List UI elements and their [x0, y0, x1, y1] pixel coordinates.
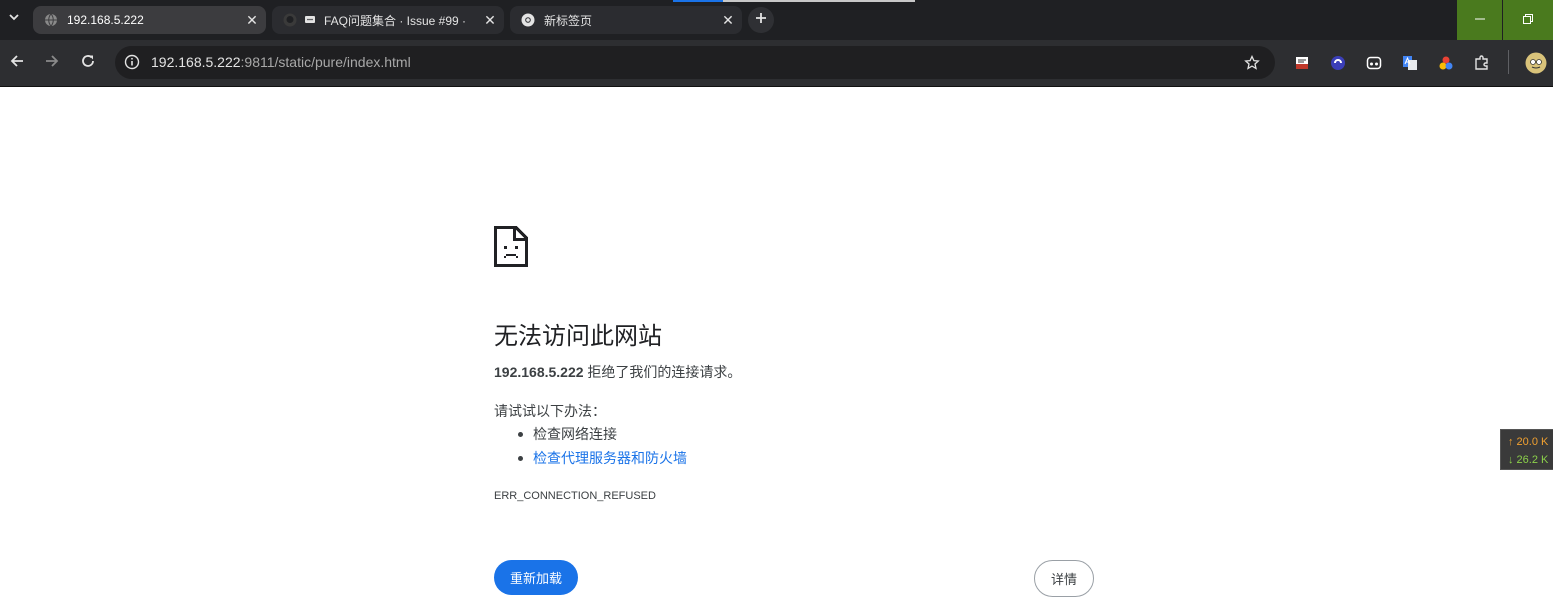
reload-icon: [81, 54, 95, 73]
reload-toolbar-button[interactable]: [75, 50, 101, 76]
restore-icon: [1523, 11, 1533, 29]
reload-button[interactable]: 重新加载: [494, 560, 578, 595]
suggestion-check-network: 检查网络连接: [494, 425, 687, 449]
bullet: [518, 432, 523, 437]
toolbar-border: [0, 86, 1553, 87]
close-icon[interactable]: ✕: [718, 10, 738, 30]
back-button[interactable]: [4, 50, 30, 76]
extension-d-icon[interactable]: [1435, 52, 1457, 74]
download-speed: ↓ 26.2 K: [1508, 454, 1549, 466]
error-code: ERR_CONNECTION_REFUSED: [494, 490, 656, 502]
restore-button[interactable]: [1503, 0, 1553, 40]
tab-title: FAQ问题集合 · Issue #99 ·: [324, 13, 467, 28]
toolbar-divider: [1508, 50, 1509, 74]
extension-a-icon[interactable]: [1291, 52, 1313, 74]
comment-icon: [302, 12, 318, 28]
chrome-icon: [520, 12, 536, 28]
profile-avatar[interactable]: [1524, 51, 1548, 75]
forward-button[interactable]: [39, 50, 65, 76]
tab-192-168-5-222[interactable]: 192.168.5.222 ✕: [33, 6, 266, 34]
tab-search-button[interactable]: [2, 7, 26, 31]
toolbar: 192.168.5.222:9811/static/pure/index.htm…: [0, 40, 1553, 86]
globe-icon: [43, 12, 59, 28]
minimize-icon: [1474, 11, 1485, 29]
error-summary-text: 拒绝了我们的连接请求。: [583, 364, 742, 380]
translate-icon[interactable]: [1399, 52, 1421, 74]
bookmark-star-icon[interactable]: [1241, 52, 1263, 74]
github-icon: [282, 12, 298, 28]
tab-new-tab[interactable]: 新标签页 ✕: [510, 6, 742, 34]
details-button[interactable]: 详情: [1034, 560, 1094, 597]
arrow-left-icon: [10, 54, 24, 73]
chevron-down-icon: [8, 10, 20, 28]
tab-title: 192.168.5.222: [67, 13, 144, 27]
plus-icon: [755, 11, 767, 29]
url-text[interactable]: 192.168.5.222:9811/static/pure/index.htm…: [151, 54, 411, 70]
error-title: 无法访问此网站: [494, 323, 662, 350]
extensions-puzzle-icon[interactable]: [1471, 52, 1493, 74]
extension-b-icon[interactable]: [1327, 52, 1349, 74]
error-host: 192.168.5.222: [494, 364, 584, 380]
arrow-right-icon: [45, 54, 59, 73]
new-tab-button[interactable]: [748, 7, 774, 33]
minimize-button[interactable]: [1457, 0, 1502, 40]
tab-faq-issue[interactable]: FAQ问题集合 · Issue #99 · ✕: [272, 6, 504, 34]
url-path: :9811/static/pure/index.html: [240, 54, 411, 70]
upload-speed: ↑ 20.0 K: [1508, 436, 1549, 448]
error-summary: 192.168.5.222 拒绝了我们的连接请求。: [494, 362, 741, 382]
loading-track: [723, 0, 915, 2]
loading-indicator: [673, 0, 723, 2]
suggestion-check-proxy-link[interactable]: 检查代理服务器和防火墙: [494, 449, 687, 473]
sad-page-icon: [494, 226, 528, 267]
address-bar[interactable]: 192.168.5.222:9811/static/pure/index.htm…: [115, 46, 1275, 79]
close-icon[interactable]: ✕: [480, 10, 500, 30]
suggestions-label: 请试试以下办法：: [494, 403, 606, 419]
tab-title: 新标签页: [544, 13, 593, 28]
close-icon[interactable]: ✕: [242, 10, 262, 30]
network-speed-widget: ↑ 20.0 K ↓ 26.2 K: [1500, 429, 1553, 470]
url-host: 192.168.5.222: [151, 54, 241, 70]
suggestion-text: 检查网络连接: [533, 426, 617, 442]
bullet: [518, 456, 523, 461]
tab-strip: 192.168.5.222 ✕ FAQ问题集合 · Issue #99 · ✕ …: [0, 0, 1553, 40]
suggestion-link-text[interactable]: 检查代理服务器和防火墙: [533, 450, 687, 466]
info-icon[interactable]: [121, 51, 143, 73]
extension-c-icon[interactable]: [1363, 52, 1385, 74]
suggestions-list: 检查网络连接 检查代理服务器和防火墙: [494, 425, 687, 473]
